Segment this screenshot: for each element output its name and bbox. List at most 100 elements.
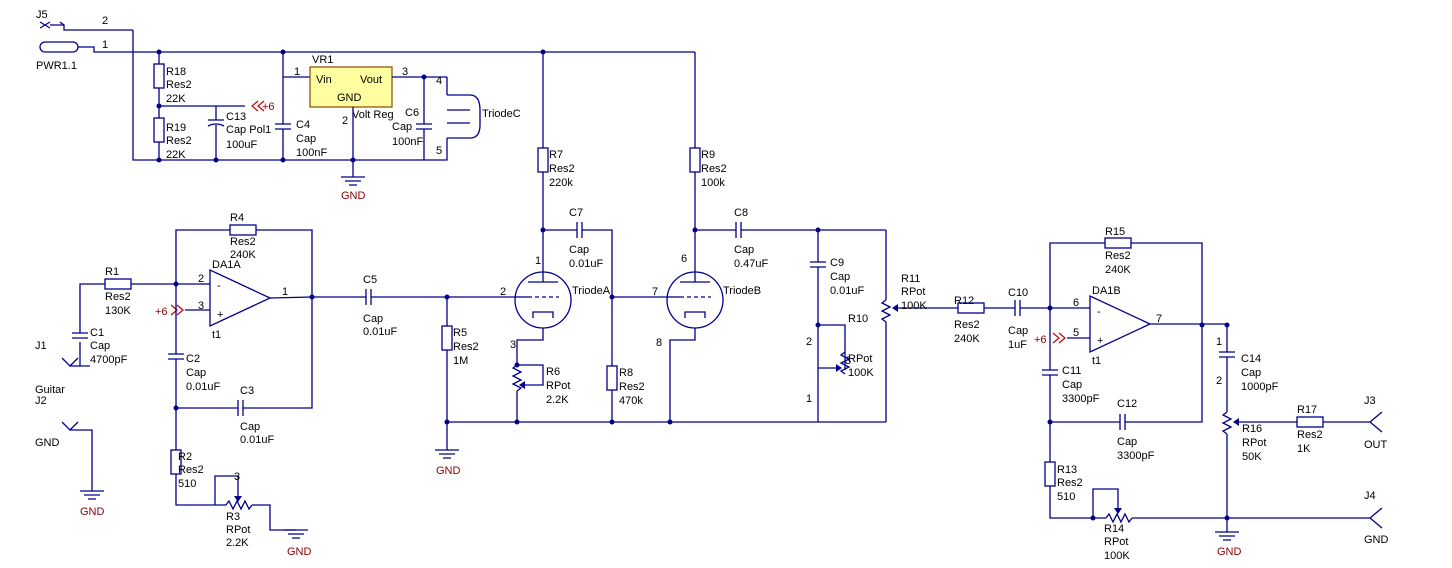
r14-type: RPot bbox=[1104, 536, 1128, 548]
output-stage: R12 Res2 240K C10 Cap 1uF R15 Res2 240K … bbox=[954, 226, 1389, 562]
potentiometer-r16 bbox=[1221, 411, 1233, 435]
vr1-pin3: 3 bbox=[402, 66, 408, 78]
c5-type: Cap bbox=[363, 313, 383, 325]
c7-value: 0.01uF bbox=[569, 258, 604, 270]
triodea-pin2: 2 bbox=[500, 286, 506, 298]
c6-label: C6 bbox=[405, 107, 419, 119]
triodec-label: TriodeC bbox=[482, 108, 521, 120]
c5-value: 0.01uF bbox=[363, 326, 398, 338]
schematic-sheet: J5 PWR1.1 2 1 R18 Res2 22K R19 Res2 22K … bbox=[0, 0, 1452, 568]
da1a-label: DA1A bbox=[212, 259, 241, 271]
r11-value: 100K bbox=[901, 300, 927, 312]
r9-value: 100k bbox=[701, 177, 725, 189]
r9-type: Res2 bbox=[701, 163, 727, 175]
r10-pin2: 2 bbox=[806, 336, 812, 348]
da1a-pin1: 1 bbox=[282, 286, 288, 298]
c6-type: Cap bbox=[392, 121, 412, 133]
triode-a-cathode bbox=[532, 311, 554, 318]
vr1-vin: Vin bbox=[316, 74, 332, 86]
triodea-pin3: 3 bbox=[510, 339, 516, 351]
tube-stages: 1 2 3 TriodeA R6 RPot 2.2K C7 Cap 0.01uF… bbox=[447, 207, 958, 425]
jack-j5-body bbox=[39, 41, 79, 53]
da1b-unit: t1 bbox=[1092, 355, 1101, 367]
ground-symbol-right bbox=[1215, 531, 1239, 541]
c4-type: Cap bbox=[296, 133, 316, 145]
c8-value: 0.47uF bbox=[734, 258, 769, 270]
c13-value: 100uF bbox=[226, 139, 257, 151]
r8-label: R8 bbox=[619, 367, 633, 379]
c9-label: C9 bbox=[830, 257, 844, 269]
r7-value: 220k bbox=[549, 177, 573, 189]
resistor-r4 bbox=[229, 224, 257, 236]
r15-label: R15 bbox=[1105, 226, 1125, 238]
potentiometer-r11 bbox=[880, 299, 892, 323]
cap-c6-symbol bbox=[416, 123, 432, 130]
c3-label: C3 bbox=[240, 385, 254, 397]
r14-value: 100K bbox=[1104, 550, 1130, 562]
r7-label: R7 bbox=[549, 149, 563, 161]
gnd-top-label: GND bbox=[341, 190, 366, 202]
r3-type: RPot bbox=[226, 524, 250, 536]
power-port-plus6-left bbox=[170, 304, 184, 316]
c5-label: C5 bbox=[363, 274, 377, 286]
vr1-label: VR1 bbox=[312, 54, 333, 66]
gnd-mid-label: GND bbox=[436, 465, 461, 477]
c10-value: 1uF bbox=[1008, 339, 1027, 351]
opamp-da1a-minus: - bbox=[217, 280, 221, 292]
c9-type: Cap bbox=[830, 271, 850, 283]
c14-pin1: 1 bbox=[1216, 336, 1222, 348]
r10-value: 100K bbox=[848, 367, 874, 379]
c12-value: 3300pF bbox=[1117, 450, 1155, 462]
j5-pin1: 1 bbox=[102, 39, 108, 51]
r14-label: R14 bbox=[1104, 523, 1124, 535]
r15-type: Res2 bbox=[1105, 250, 1131, 262]
c14-value: 1000pF bbox=[1241, 381, 1279, 393]
r2-type: Res2 bbox=[178, 464, 204, 476]
c14-type: Cap bbox=[1241, 367, 1261, 379]
triodec-pin5: 5 bbox=[436, 145, 442, 157]
cap-c9-symbol bbox=[810, 261, 826, 268]
cap-c10-symbol bbox=[1014, 300, 1021, 316]
triodeb-pin7: 7 bbox=[652, 286, 658, 298]
cap-c7-symbol bbox=[576, 222, 583, 238]
resistor-r15 bbox=[1104, 237, 1132, 249]
r6-label: R6 bbox=[546, 366, 560, 378]
r16-type: RPot bbox=[1242, 437, 1266, 449]
r10-pin1: 1 bbox=[806, 393, 812, 405]
plus6-left-label: +6 bbox=[155, 306, 168, 318]
jack-j4-symbol bbox=[1368, 507, 1383, 529]
r9-label: R9 bbox=[701, 149, 715, 161]
gnd-right-label: GND bbox=[1217, 546, 1242, 558]
c9-value: 0.01uF bbox=[830, 285, 865, 297]
resistor-r1 bbox=[104, 278, 132, 290]
c7-label: C7 bbox=[569, 207, 583, 219]
r10-pin3: 3 bbox=[845, 355, 851, 367]
triodeb-pin8: 8 bbox=[656, 337, 662, 349]
j5-label: J5 bbox=[36, 9, 48, 21]
ground-symbol-mid bbox=[435, 449, 459, 459]
c1-type: Cap bbox=[90, 340, 110, 352]
r13-value: 510 bbox=[1057, 491, 1075, 503]
vr1-vout: Vout bbox=[360, 74, 382, 86]
resistor-r9 bbox=[689, 147, 701, 173]
j2-label: J2 bbox=[35, 395, 47, 407]
vr1-type: Volt Reg bbox=[352, 109, 394, 121]
gnd-r3-label: GND bbox=[287, 546, 312, 558]
jack-j5-symbol bbox=[39, 21, 51, 29]
triodea-pin1: 1 bbox=[535, 255, 541, 267]
r13-label: R13 bbox=[1057, 464, 1077, 476]
cap-c1-symbol bbox=[72, 332, 88, 339]
c3-value: 0.01uF bbox=[240, 434, 275, 446]
da1b-pin7: 7 bbox=[1156, 313, 1162, 325]
r19-type: Res2 bbox=[166, 135, 192, 147]
j5-pin2: 2 bbox=[102, 15, 108, 27]
plus6-right-label: +6 bbox=[1034, 334, 1047, 346]
r2-label: R2 bbox=[178, 451, 192, 463]
cap-c12-symbol bbox=[1119, 414, 1126, 430]
r4-type: Res2 bbox=[230, 236, 256, 248]
ground-symbol-r3 bbox=[284, 529, 308, 539]
triode-c-heater bbox=[447, 94, 481, 139]
c11-label: C11 bbox=[1062, 365, 1081, 377]
gnd-j2-label: GND bbox=[80, 506, 105, 518]
power-port-plus6-right bbox=[1052, 332, 1066, 344]
